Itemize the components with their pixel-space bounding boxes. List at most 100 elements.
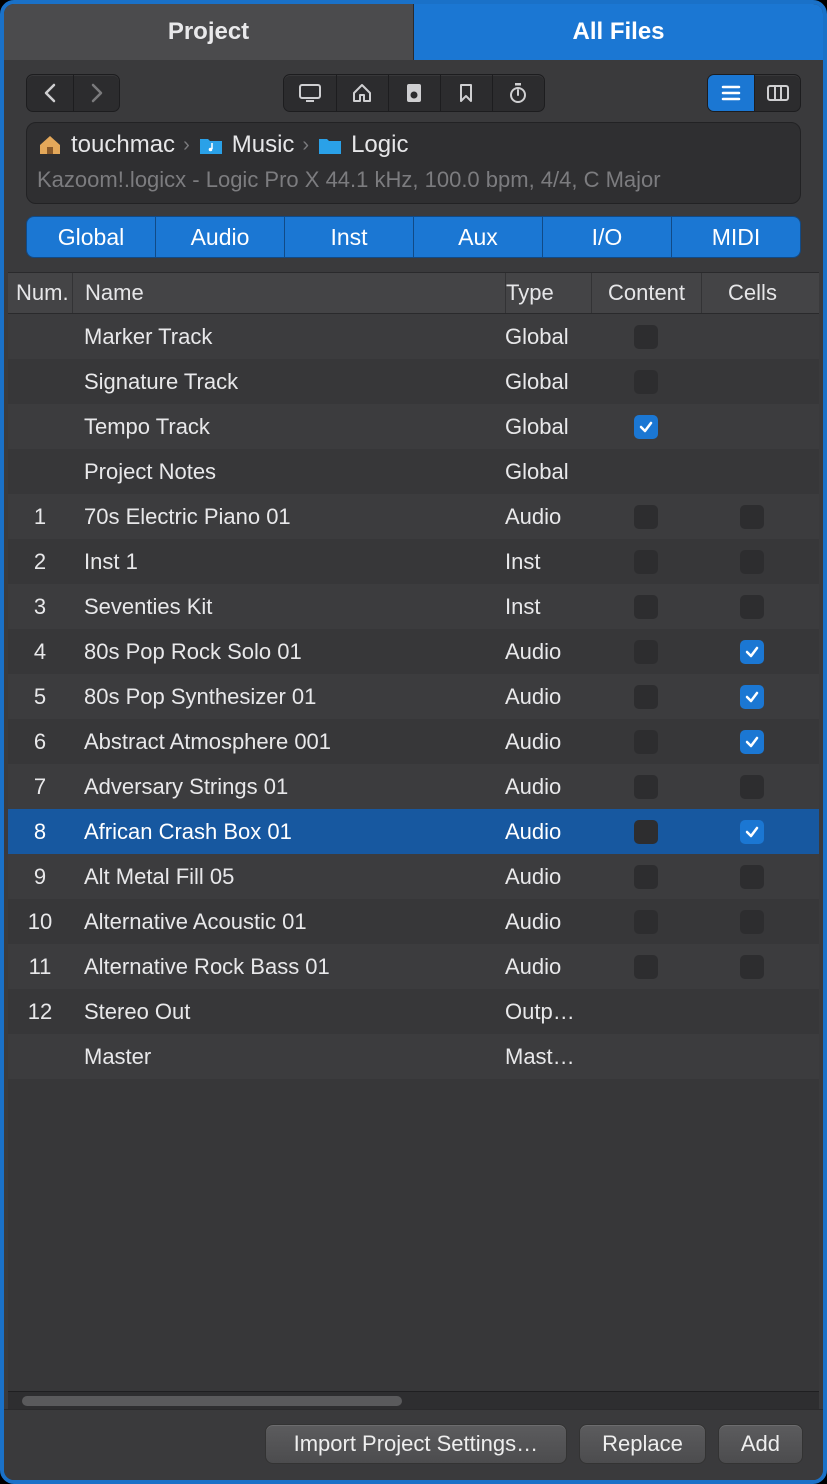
filter-aux[interactable]: Aux [413,217,542,257]
forward-button[interactable] [73,75,119,111]
cell-cells [701,685,803,709]
cell-cells [701,505,803,529]
content-checkbox[interactable] [634,505,658,529]
nav-segment [26,74,120,112]
cell-name: 70s Electric Piano 01 [72,504,505,530]
cells-checkbox[interactable] [740,730,764,754]
filter-audio[interactable]: Audio [155,217,284,257]
track-table: Num. Name Type Content Cells Marker Trac… [8,272,819,1409]
cells-checkbox[interactable] [740,910,764,934]
cell-num: 5 [8,684,72,710]
cell-cells [701,910,803,934]
table-row[interactable]: 11Alternative Rock Bass 01Audio [8,944,819,989]
col-header-cells[interactable]: Cells [701,273,803,313]
content-checkbox[interactable] [634,325,658,349]
filter-midi[interactable]: MIDI [671,217,800,257]
back-button[interactable] [27,75,73,111]
import-settings-button[interactable]: Import Project Settings… [265,1424,568,1464]
cell-type: Inst [505,594,591,620]
table-row[interactable]: 3Seventies KitInst [8,584,819,629]
table-row[interactable]: 6Abstract Atmosphere 001Audio [8,719,819,764]
table-row[interactable]: 2Inst 1Inst [8,539,819,584]
cells-checkbox[interactable] [740,685,764,709]
content-checkbox[interactable] [634,775,658,799]
cells-checkbox[interactable] [740,505,764,529]
computer-icon[interactable] [284,75,336,111]
col-header-content[interactable]: Content [591,273,701,313]
table-row[interactable]: Tempo TrackGlobal [8,404,819,449]
cell-type: Outp… [505,999,591,1025]
table-row[interactable]: 580s Pop Synthesizer 01Audio [8,674,819,719]
cells-checkbox[interactable] [740,820,764,844]
table-header: Num. Name Type Content Cells [8,272,819,314]
content-checkbox[interactable] [634,820,658,844]
add-button[interactable]: Add [718,1424,803,1464]
cells-checkbox[interactable] [740,955,764,979]
filter-inst[interactable]: Inst [284,217,413,257]
content-checkbox[interactable] [634,730,658,754]
cells-checkbox[interactable] [740,595,764,619]
cells-checkbox[interactable] [740,865,764,889]
table-row[interactable]: Signature TrackGlobal [8,359,819,404]
tab-all-files[interactable]: All Files [414,4,823,60]
content-checkbox[interactable] [634,955,658,979]
table-row[interactable]: 8African Crash Box 01Audio [8,809,819,854]
content-checkbox[interactable] [634,370,658,394]
content-checkbox[interactable] [634,415,658,439]
replace-button[interactable]: Replace [579,1424,706,1464]
cell-content [591,685,701,709]
stopwatch-icon[interactable] [492,75,544,111]
content-checkbox[interactable] [634,595,658,619]
content-checkbox[interactable] [634,865,658,889]
column-view-button[interactable] [754,75,800,111]
tab-project[interactable]: Project [4,4,414,60]
cell-content [591,415,701,439]
breadcrumb[interactable]: touchmac › Music › Logic [37,131,790,159]
crumb-music[interactable]: Music [232,131,295,159]
cell-num: 3 [8,594,72,620]
bookmark-icon[interactable] [440,75,492,111]
col-header-num[interactable]: Num. [8,280,72,306]
table-row[interactable]: 7Adversary Strings 01Audio [8,764,819,809]
col-header-type[interactable]: Type [505,273,591,313]
crumb-logic[interactable]: Logic [351,131,408,159]
horizontal-scrollbar[interactable] [8,1391,819,1409]
cell-content [591,550,701,574]
scrollbar-thumb[interactable] [22,1396,402,1406]
project-icon[interactable] [388,75,440,111]
path-bar: touchmac › Music › Logic Kazoom!.logicx … [26,122,801,204]
cells-checkbox[interactable] [740,775,764,799]
home-icon[interactable] [336,75,388,111]
cell-type: Audio [505,774,591,800]
content-checkbox[interactable] [634,910,658,934]
table-row[interactable]: 9Alt Metal Fill 05Audio [8,854,819,899]
cell-cells [701,865,803,889]
chevron-right-icon: › [183,134,190,157]
cell-name: Inst 1 [72,549,505,575]
table-row[interactable]: Marker TrackGlobal [8,314,819,359]
filter-global[interactable]: Global [27,217,155,257]
cell-type: Audio [505,909,591,935]
col-header-name[interactable]: Name [72,273,505,313]
table-row[interactable]: 12Stereo OutOutp… [8,989,819,1034]
home-folder-icon [37,134,63,156]
table-row[interactable]: Project NotesGlobal [8,449,819,494]
table-row[interactable]: 480s Pop Rock Solo 01Audio [8,629,819,674]
filter-io[interactable]: I/O [542,217,671,257]
cells-checkbox[interactable] [740,550,764,574]
list-view-button[interactable] [708,75,754,111]
cell-cells [701,550,803,574]
crumb-touchmac[interactable]: touchmac [71,131,175,159]
table-row[interactable]: MasterMast… [8,1034,819,1079]
cell-content [591,640,701,664]
content-checkbox[interactable] [634,550,658,574]
content-checkbox[interactable] [634,685,658,709]
cell-num: 7 [8,774,72,800]
table-row[interactable]: 170s Electric Piano 01Audio [8,494,819,539]
table-body: Marker TrackGlobalSignature TrackGlobalT… [8,314,819,1391]
table-row[interactable]: 10Alternative Acoustic 01Audio [8,899,819,944]
footer: Import Project Settings… Replace Add [4,1409,823,1480]
content-checkbox[interactable] [634,640,658,664]
cells-checkbox[interactable] [740,640,764,664]
cell-cells [701,730,803,754]
